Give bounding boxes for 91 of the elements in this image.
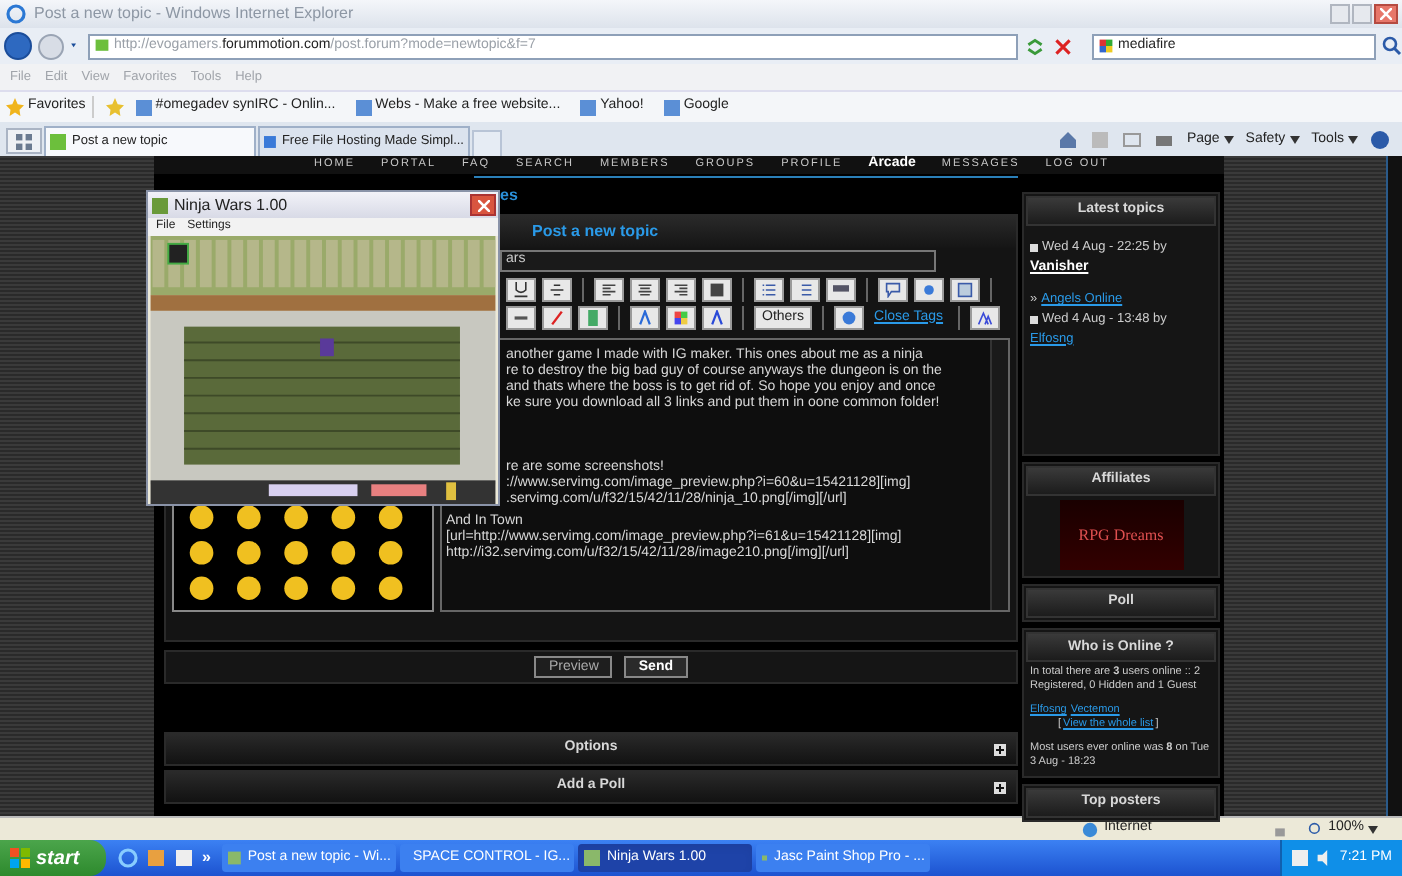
caret-icon <box>1368 825 1378 833</box>
caret-icon <box>1223 135 1234 144</box>
app-icon <box>584 850 601 866</box>
start-button[interactable]: start <box>0 840 106 876</box>
quick-tabs-button[interactable] <box>6 128 42 154</box>
caret-icon <box>1289 135 1300 144</box>
pencil-icon <box>548 310 566 326</box>
help-icon <box>840 310 859 326</box>
message-textarea[interactable] <box>440 338 1010 612</box>
film-icon <box>584 310 602 326</box>
search-icon <box>1382 36 1402 56</box>
game-window-title: Ninja Wars 1.00 <box>174 193 288 217</box>
align-left-button[interactable] <box>594 278 624 302</box>
home-icon <box>1058 129 1079 150</box>
app-icon <box>228 850 242 866</box>
code-icon <box>920 282 938 298</box>
horizontal-rule-button[interactable] <box>826 278 856 302</box>
align-center-button[interactable] <box>630 278 660 302</box>
strikethrough-icon <box>548 282 566 298</box>
close-icon <box>1380 8 1392 20</box>
bullet-list-button[interactable] <box>754 278 784 302</box>
align-right-button[interactable] <box>666 278 696 302</box>
justify-button[interactable] <box>702 278 732 302</box>
quote-button[interactable] <box>878 278 908 302</box>
caret-icon <box>1348 135 1358 144</box>
grid-icon <box>16 133 32 149</box>
affiliate-banner[interactable]: RPG Dreams <box>1059 500 1183 570</box>
font-button[interactable] <box>702 306 732 330</box>
font-color-icon <box>636 310 654 326</box>
code-button[interactable] <box>914 278 944 302</box>
table-button[interactable] <box>950 278 980 302</box>
quote-icon <box>884 282 902 298</box>
back-button[interactable] <box>4 32 32 60</box>
browser-icon <box>118 848 138 868</box>
stop-icon <box>1052 35 1074 57</box>
align-right-icon <box>672 282 690 298</box>
mail-icon <box>1122 129 1143 150</box>
font-size-icon <box>975 310 994 326</box>
post-icon <box>1030 315 1038 324</box>
search-provider-icon <box>1098 38 1114 54</box>
more-icons-button[interactable]: » <box>202 846 211 870</box>
app-icon <box>762 850 768 866</box>
expand-icon <box>994 743 1006 755</box>
numbered-list-icon <box>796 282 814 298</box>
close-button[interactable] <box>1374 4 1398 24</box>
zoom-icon <box>1308 821 1325 837</box>
site-icon <box>135 99 152 115</box>
page-icon <box>50 134 66 150</box>
refresh-icon <box>1024 35 1046 57</box>
underline-icon <box>512 282 530 298</box>
windows-logo <box>10 848 30 868</box>
globe-icon <box>1082 821 1099 837</box>
paint-icon <box>146 848 166 868</box>
strikethrough-button[interactable] <box>542 278 572 302</box>
color-grid-button[interactable] <box>666 306 696 330</box>
volume-icon <box>1315 850 1332 866</box>
tray-icon <box>1291 850 1308 866</box>
link-button[interactable] <box>506 306 536 330</box>
numbered-list-button[interactable] <box>790 278 820 302</box>
site-icon <box>580 99 597 115</box>
help-button[interactable] <box>834 306 865 330</box>
star-icon <box>6 98 24 116</box>
site-icon <box>355 99 372 115</box>
link-icon <box>512 310 530 326</box>
page-icon <box>94 38 110 54</box>
form-title: Post a new topic <box>532 220 659 244</box>
page-icon <box>264 134 276 150</box>
add-favorite-icon <box>105 98 124 116</box>
app-icon <box>174 848 194 868</box>
breadcrumb-link[interactable]: es <box>500 184 518 208</box>
window-title: Post a new topic - Windows Internet Explorer <box>34 2 354 26</box>
expand-icon <box>994 781 1006 793</box>
color-grid-icon <box>672 310 690 326</box>
justify-icon <box>708 282 726 298</box>
app-icon <box>152 197 168 213</box>
bullet-list-icon <box>760 282 778 298</box>
browser-icon <box>6 4 26 24</box>
pencil-button[interactable] <box>542 306 572 330</box>
feeds-icon <box>1090 129 1111 150</box>
align-center-icon <box>636 282 654 298</box>
align-left-icon <box>600 282 618 298</box>
font-size-button[interactable] <box>969 306 1000 330</box>
close-button[interactable] <box>470 194 496 216</box>
post-icon <box>1030 243 1038 252</box>
site-icon <box>663 99 680 115</box>
font-color-button[interactable] <box>630 306 660 330</box>
underline-button[interactable] <box>506 278 536 302</box>
table-icon <box>956 282 974 298</box>
help-icon <box>1370 129 1390 150</box>
font-icon <box>708 310 726 326</box>
close-icon <box>477 199 489 211</box>
